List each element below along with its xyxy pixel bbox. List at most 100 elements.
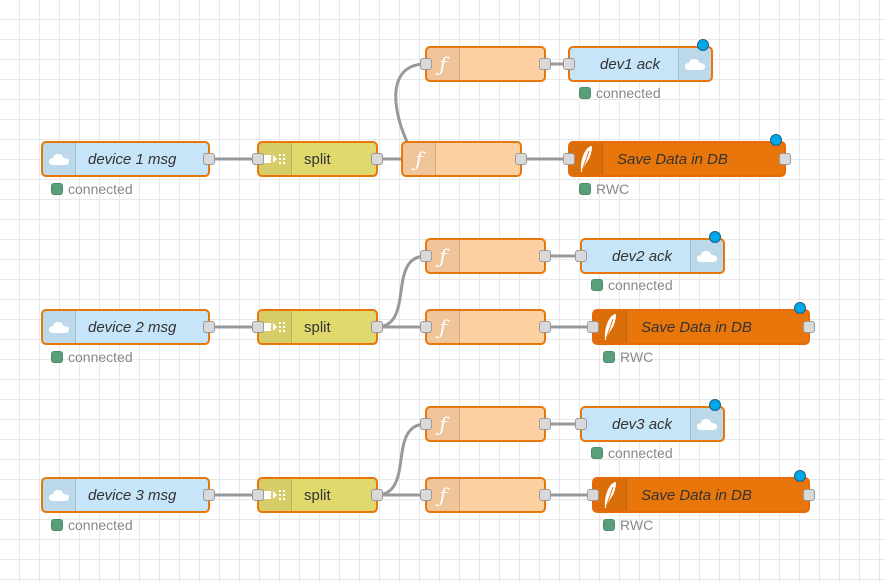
output-port[interactable] [803,321,815,333]
node-label: Save Data in DB [641,318,752,336]
status-text: connected [68,349,133,365]
mqtt-in-node-device-2[interactable]: device 2 msg [41,309,215,345]
cloud-icon [43,143,76,175]
cloud-icon [43,311,76,343]
input-port[interactable] [587,321,599,333]
output-port[interactable] [539,418,551,430]
changed-indicator [770,134,782,146]
function-node-db-3[interactable]: ƒ [420,477,551,513]
wire[interactable] [375,422,427,497]
db-node-3[interactable]: Save Data in DB [587,470,815,513]
output-port[interactable] [539,489,551,501]
output-port[interactable] [371,489,383,501]
output-port[interactable] [203,489,215,501]
cloud-icon [690,408,723,440]
status-text: connected [68,517,133,533]
status-text: RWC [596,181,630,197]
status-dot [603,351,615,363]
input-port[interactable] [252,321,264,333]
status-text: connected [608,277,673,293]
changed-indicator [697,39,709,51]
status-text: connected [608,445,673,461]
input-port[interactable] [587,489,599,501]
input-port[interactable] [420,489,432,501]
output-port[interactable] [539,250,551,262]
node-label: dev1 ack [600,55,661,73]
status-dot [603,519,615,531]
output-port[interactable] [371,321,383,333]
input-port[interactable] [252,489,264,501]
node-label: device 3 msg [88,486,177,504]
cloud-icon [43,479,76,511]
node-label: device 1 msg [88,150,177,168]
mqtt-in-node-device-3[interactable]: device 3 msg [41,477,215,513]
output-port[interactable] [539,321,551,333]
input-port[interactable] [575,418,587,430]
node-label: split [304,486,331,504]
output-port[interactable] [371,153,383,165]
wire[interactable] [394,62,427,145]
status-device-2: connected [51,349,133,365]
input-port[interactable] [563,153,575,165]
function-node-ack-3[interactable]: ƒ [420,406,551,442]
function-icon: ƒ [403,143,436,175]
input-port[interactable] [563,58,575,70]
input-port[interactable] [420,250,432,262]
input-port[interactable] [420,58,432,70]
mqtt-out-node-dev2-ack[interactable]: dev2 ack [575,231,725,274]
node-label: Save Data in DB [617,150,728,168]
status-dot [591,447,603,459]
output-port[interactable] [803,489,815,501]
changed-indicator [794,302,806,314]
input-port[interactable] [420,418,432,430]
split-node-2[interactable]: split [252,309,383,345]
output-port[interactable] [779,153,791,165]
status-db-1: RWC [579,181,630,197]
db-node-2[interactable]: Save Data in DB [587,302,815,345]
function-node-db-1[interactable]: ƒ [401,141,527,177]
input-port[interactable] [420,321,432,333]
cloud-icon [678,48,711,80]
wire[interactable] [375,254,427,329]
output-port[interactable] [203,321,215,333]
status-text: connected [68,181,133,197]
output-port[interactable] [515,153,527,165]
status-dev1-ack: connected [579,85,661,101]
node-label: Save Data in DB [641,486,752,504]
db-node-1[interactable]: Save Data in DB [563,134,791,177]
function-node-ack-2[interactable]: ƒ [420,238,551,274]
node-label: dev3 ack [612,415,673,433]
changed-indicator [794,470,806,482]
output-port[interactable] [203,153,215,165]
status-db-3: RWC [603,517,654,533]
node-label: split [304,318,331,336]
input-port[interactable] [575,250,587,262]
status-text: RWC [620,349,654,365]
status-dev2-ack: connected [591,277,673,293]
function-node-ack-1[interactable]: ƒ [420,46,551,82]
status-device-3: connected [51,517,133,533]
cloud-icon [690,240,723,272]
function-node-db-2[interactable]: ƒ [420,309,551,345]
status-dot [51,351,63,363]
status-dot [579,183,591,195]
mqtt-out-node-dev3-ack[interactable]: dev3 ack [575,399,725,442]
changed-indicator [709,231,721,243]
status-dev3-ack: connected [591,445,673,461]
split-node-1[interactable]: split [252,141,383,177]
status-text: connected [596,85,661,101]
node-label: device 2 msg [88,318,177,336]
node-label: dev2 ack [612,247,673,265]
flow-canvas[interactable]: device 1 msg connected split ƒ ƒ dev1 ac… [0,0,885,582]
status-dot [591,279,603,291]
mqtt-in-node-device-1[interactable]: device 1 msg [41,141,215,177]
status-dot [51,519,63,531]
mqtt-out-node-dev1-ack[interactable]: dev1 ack [563,39,713,82]
status-text: RWC [620,517,654,533]
output-port[interactable] [539,58,551,70]
split-node-3[interactable]: split [252,477,383,513]
status-db-2: RWC [603,349,654,365]
status-device-1: connected [51,181,133,197]
input-port[interactable] [252,153,264,165]
changed-indicator [709,399,721,411]
